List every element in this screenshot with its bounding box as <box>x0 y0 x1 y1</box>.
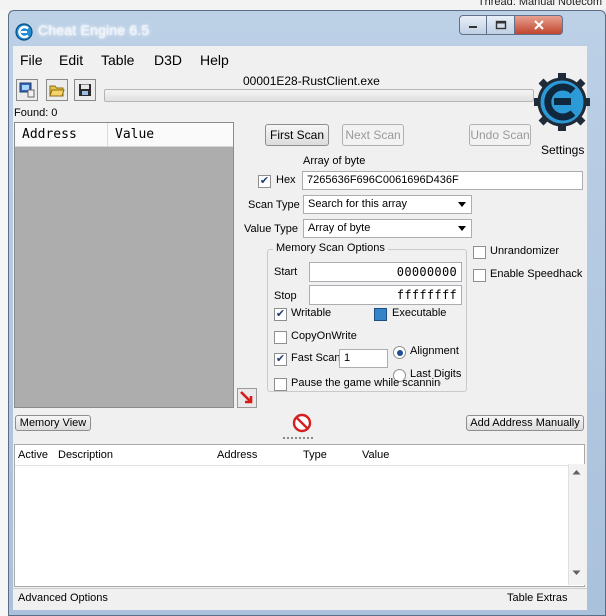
open-process-button[interactable] <box>16 79 38 101</box>
writable-label: Writable <box>291 307 332 319</box>
computer-icon <box>19 82 35 98</box>
writable-checkbox[interactable]: ✔ <box>274 308 287 321</box>
background-thread-text: Thread: Manual Notecom <box>477 0 602 8</box>
fast-scan-label: Fast Scan <box>291 352 341 364</box>
stop-sign-icon[interactable] <box>292 413 312 433</box>
scan-value-input[interactable]: 7265636F696C0061696D436F <box>302 171 583 190</box>
settings-link[interactable]: Settings <box>541 143 584 157</box>
address-list-scrollbar[interactable] <box>568 464 585 585</box>
stop-label: Stop <box>274 290 297 302</box>
start-address-input[interactable]: 00000000 <box>309 262 462 282</box>
column-value[interactable]: Value <box>362 449 389 461</box>
results-list[interactable] <box>14 122 234 408</box>
add-address-manually-button[interactable]: Add Address Manually <box>466 415 584 431</box>
menu-bar: File Edit Table D3D Help <box>13 50 587 72</box>
folder-icon <box>49 85 65 97</box>
menu-table[interactable]: Table <box>101 52 134 68</box>
process-title: 00001E28-RustClient.exe <box>243 74 380 88</box>
column-description[interactable]: Description <box>58 449 113 461</box>
minimize-button[interactable] <box>459 15 487 35</box>
close-icon <box>533 20 544 30</box>
scan-type-select[interactable]: Search for this array <box>303 195 472 214</box>
enable-speedhack-label: Enable Speedhack <box>490 268 583 280</box>
table-extras-link[interactable]: Table Extras <box>507 592 568 604</box>
save-button[interactable] <box>74 79 96 101</box>
radio-selected-dot <box>396 349 403 356</box>
cheat-engine-app-icon <box>15 23 33 41</box>
value-type-label: Value Type <box>244 223 299 235</box>
advanced-options-link[interactable]: Advanced Options <box>18 592 108 604</box>
pause-game-label: Pause the game while scanning <box>291 377 441 389</box>
undo-scan-button[interactable]: Undo Scan <box>469 124 531 146</box>
executable-label: Executable <box>392 307 447 319</box>
value-caption: Array of byte <box>303 155 366 167</box>
start-label: Start <box>274 266 298 278</box>
maximize-icon <box>495 20 506 30</box>
copy-on-write-checkbox[interactable] <box>274 331 287 344</box>
value-type-value: Array of byte <box>308 222 371 234</box>
chevron-down-icon <box>458 226 466 231</box>
window-title: Cheat Engine 6.5 <box>38 22 150 38</box>
scroll-down-icon[interactable] <box>572 570 581 576</box>
splitter-grip[interactable] <box>283 437 313 441</box>
column-divider <box>107 123 108 146</box>
found-count: Found: 0 <box>14 107 58 119</box>
red-arrow-icon <box>240 391 253 404</box>
next-scan-button[interactable]: Next Scan <box>342 124 404 146</box>
column-value[interactable]: Value <box>115 127 154 142</box>
fast-scan-alignment-input[interactable]: 1 <box>339 349 388 368</box>
value-type-select[interactable]: Array of byte <box>303 219 472 238</box>
bottom-bar: Advanced Options Table Extras <box>13 588 587 609</box>
column-active[interactable]: Active <box>18 449 48 461</box>
hex-label: Hex <box>276 174 296 186</box>
menu-help[interactable]: Help <box>200 52 229 68</box>
window-controls <box>459 15 563 35</box>
maximize-button[interactable] <box>487 15 515 35</box>
column-type[interactable]: Type <box>303 449 327 461</box>
memory-scan-options-title: Memory Scan Options <box>273 242 388 254</box>
stop-address-input[interactable]: ffffffff <box>309 285 462 305</box>
copy-on-write-label: CopyOnWrite <box>291 330 357 342</box>
cheat-engine-logo-icon[interactable] <box>534 73 590 143</box>
address-list-header: Active Description Address Type Value <box>15 445 569 466</box>
add-to-list-button[interactable] <box>237 388 257 408</box>
scan-type-label: Scan Type <box>248 199 300 211</box>
minimize-icon <box>469 26 477 28</box>
first-scan-button[interactable]: First Scan <box>265 124 329 146</box>
unrandomizer-checkbox[interactable] <box>473 246 486 259</box>
menu-d3d[interactable]: D3D <box>154 52 182 68</box>
memory-view-button[interactable]: Memory View <box>15 415 91 431</box>
pause-game-checkbox[interactable] <box>274 378 287 391</box>
fast-scan-checkbox[interactable]: ✔ <box>274 353 287 366</box>
column-address[interactable]: Address <box>217 449 257 461</box>
menu-file[interactable]: File <box>20 52 43 68</box>
chevron-down-icon <box>458 202 466 207</box>
floppy-disk-icon <box>79 84 91 96</box>
executable-checkbox[interactable] <box>374 308 387 321</box>
hex-checkbox[interactable]: ✔ <box>258 175 271 188</box>
close-button[interactable] <box>515 15 563 35</box>
results-list-header: Address Value <box>15 123 233 147</box>
alignment-radio[interactable] <box>393 346 406 359</box>
menu-edit[interactable]: Edit <box>59 52 83 68</box>
alignment-label: Alignment <box>410 345 459 357</box>
background-strip: Thread: Manual Notecom <box>0 0 606 10</box>
unrandomizer-label: Unrandomizer <box>490 245 560 257</box>
scroll-up-icon[interactable] <box>572 469 581 475</box>
open-file-button[interactable] <box>46 79 68 101</box>
scan-progress-bar <box>104 89 534 102</box>
column-address[interactable]: Address <box>22 127 77 142</box>
scan-type-value: Search for this array <box>308 198 408 210</box>
enable-speedhack-checkbox[interactable] <box>473 269 486 282</box>
